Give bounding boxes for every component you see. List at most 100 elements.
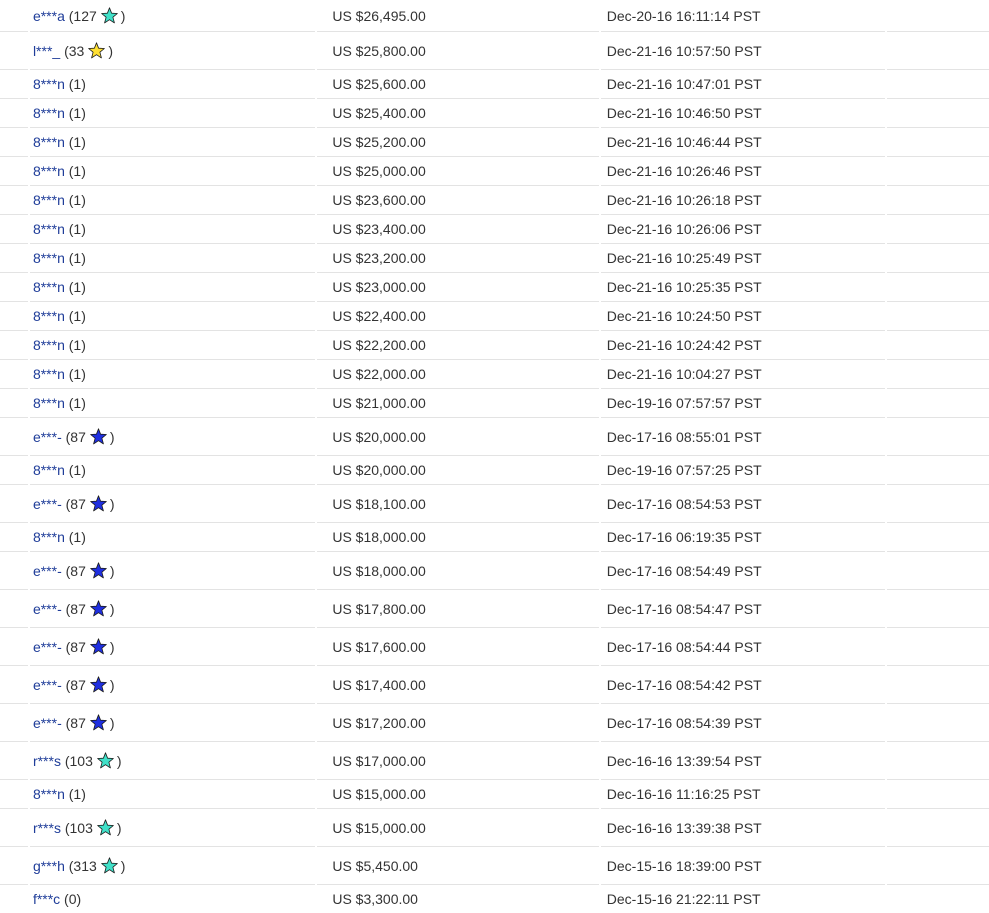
bidder-name-link[interactable]: e***- [33,601,62,617]
feedback-score[interactable]: 1 [73,134,81,150]
feedback-score[interactable]: 33 [69,43,85,59]
blue-star-icon[interactable] [90,676,107,693]
feedback-score[interactable]: 87 [70,601,86,617]
feedback-score[interactable]: 103 [70,820,93,836]
bidder-name-link[interactable]: 8***n [33,279,65,295]
bidder-name-link[interactable]: l***_ [33,43,60,59]
bid-amount: US $17,200.00 [332,714,426,731]
feedback-score[interactable]: 1 [73,105,81,121]
bidder-name-link[interactable]: 8***n [33,250,65,266]
feedback-score[interactable]: 1 [73,786,81,802]
row-spacer [0,552,28,590]
bid-time: Dec-21-16 10:46:50 PST [606,105,762,121]
bidder-name-link[interactable]: 8***n [33,221,65,237]
feedback-close-paren: ) [81,279,86,295]
bidder-cell: 8***n ( 1 ) [29,360,316,389]
table-row: 8***n ( 1 ) US $23,600.00 Dec-21-16 10:26:… [0,186,989,215]
blue-star-icon[interactable] [90,562,107,579]
feedback-score[interactable]: 1 [73,76,81,92]
bid-time-cell: Dec-15-16 21:22:11 PST [601,885,885,913]
bidder-cell: e***a ( 127) [29,0,316,32]
feedback-score[interactable]: 313 [73,858,96,874]
feedback-score[interactable]: 1 [73,308,81,324]
blue-star-icon[interactable] [90,428,107,445]
feedback-score[interactable]: 87 [70,639,86,655]
bidder-name-link[interactable]: 8***n [33,134,65,150]
bidder-name-link[interactable]: e***- [33,429,62,445]
feedback-score[interactable]: 1 [73,279,81,295]
bidder-name-link[interactable]: 8***n [33,529,65,545]
bidder-name-link[interactable]: 8***n [33,76,65,92]
bidder-name-link[interactable]: e***a [33,8,65,24]
bidder-cell: e***- ( 87) [29,418,316,456]
yellow-star-icon[interactable] [88,42,106,59]
bidder-name-link[interactable]: r***s [33,820,61,836]
table-row: e***- ( 87) US $17,400.00 Dec-17-16 08:54:… [0,666,989,704]
bidder-name-link[interactable]: g***h [33,858,65,874]
bid-time-cell: Dec-21-16 10:26:18 PST [600,186,886,215]
feedback-score[interactable]: 127 [73,8,96,24]
bidder-name-link[interactable]: f***c [33,891,60,907]
bid-time: Dec-21-16 10:57:50 PST [606,42,762,59]
row-spacer [0,780,28,809]
blue-star-icon[interactable] [90,495,107,512]
turquoise-star-icon[interactable] [97,819,114,836]
feedback-close-paren: ) [109,495,115,512]
feedback-open-paren: ( [64,857,74,874]
bid-amount: US $23,000.00 [332,279,426,295]
bidder-name-link[interactable]: 8***n [33,786,65,802]
feedback-score[interactable]: 1 [73,163,81,179]
bid-time-cell: Dec-16-16 13:39:54 PST [600,742,886,780]
row-spacer [0,302,28,331]
bidder-name-link[interactable]: 8***n [33,192,65,208]
bidder-name-link[interactable]: 8***n [33,163,65,179]
turquoise-star-icon[interactable] [97,752,114,769]
bidder-name-link[interactable]: 8***n [33,366,65,382]
feedback-score[interactable]: 87 [70,715,86,731]
row-spacer [0,128,28,157]
feedback-score[interactable]: 87 [70,496,86,512]
bidder-name-link[interactable]: e***- [33,563,62,579]
blue-star-icon[interactable] [90,714,107,731]
feedback-score[interactable]: 1 [73,395,81,411]
bidder-name-link[interactable]: 8***n [33,105,65,121]
feedback-score[interactable]: 103 [70,753,93,769]
feedback-open-paren: ( [64,308,74,324]
bidder-name-link[interactable]: 8***n [33,395,65,411]
bid-time-cell: Dec-21-16 10:46:44 PST [600,128,886,157]
feedback-score[interactable]: 1 [73,462,81,478]
bid-time: Dec-17-16 08:54:42 PST [606,676,762,693]
feedback-score[interactable]: 0 [69,891,77,907]
bidder-name-link[interactable]: 8***n [33,462,65,478]
feedback-open-paren: ( [64,462,74,478]
feedback-score[interactable]: 1 [73,192,81,208]
bid-time: Dec-21-16 10:26:46 PST [606,163,762,179]
feedback-score[interactable]: 1 [73,529,81,545]
bid-amount: US $23,600.00 [332,192,426,208]
bidder-name-link[interactable]: 8***n [33,337,65,353]
feedback-score[interactable]: 87 [70,563,86,579]
feedback-score[interactable]: 1 [73,366,81,382]
feedback-score[interactable]: 87 [70,429,86,445]
blue-star-icon[interactable] [90,600,107,617]
feedback-open-paren: ( [60,891,69,907]
bidder-name-link[interactable]: 8***n [33,308,65,324]
turquoise-star-icon[interactable] [100,7,118,24]
feedback-score[interactable]: 1 [73,221,81,237]
feedback-open-paren: ( [64,7,74,24]
bid-amount-cell: US $5,450.00 [317,847,599,885]
bidder-name-link[interactable]: e***- [33,677,62,693]
bidder-name-link[interactable]: e***- [33,496,62,512]
bidder-cell: 8***n ( 1 ) [29,780,316,809]
bidder-cell: 8***n ( 1 ) [29,128,316,157]
feedback-score[interactable]: 1 [73,250,81,266]
bidder-name-link[interactable]: r***s [33,753,61,769]
bid-amount-cell: US $22,400.00 [317,302,599,331]
turquoise-star-icon[interactable] [100,857,118,874]
blue-star-icon[interactable] [90,638,107,655]
bidder-name-link[interactable]: e***- [33,639,62,655]
bid-time-cell: Dec-20-16 16:11:14 PST [600,0,886,32]
bidder-name-link[interactable]: e***- [33,715,62,731]
feedback-score[interactable]: 1 [73,337,81,353]
feedback-score[interactable]: 87 [70,677,86,693]
